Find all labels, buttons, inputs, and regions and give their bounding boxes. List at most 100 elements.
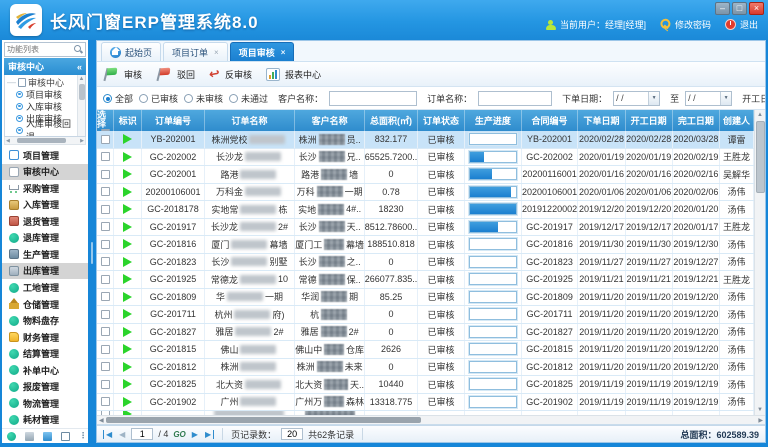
sidebar-item-入库管理[interactable]: 入库管理 (2, 197, 88, 214)
go-button[interactable]: GO (173, 430, 185, 439)
sidebar-item-采购管理[interactable]: 采购管理 (2, 180, 88, 197)
row-checkbox[interactable] (101, 275, 110, 284)
tab-项目审核[interactable]: 项目审核× (230, 42, 295, 61)
row-checkbox[interactable] (101, 205, 110, 214)
change-password-button[interactable]: 修改密码 (660, 18, 711, 31)
order-date-end-picker[interactable]: / /▼ (685, 91, 732, 106)
table-row[interactable]: GC-201827雅居2#雅居2#0已审核GC-2018272019/11/20… (97, 324, 754, 342)
table-row[interactable]: GC-201902广州广州万森林13318.775已审核GC-201902201… (97, 394, 754, 412)
function-search[interactable] (4, 42, 86, 57)
row-checkbox[interactable] (101, 397, 110, 406)
table-row[interactable]: GC-201812株洲株洲未来0已审核GC-2018122019/11/2020… (97, 359, 754, 377)
sidebar-item-退库管理[interactable]: 退库管理 (2, 230, 88, 247)
table-row[interactable]: GC-201825北大资北大资天..10440已审核GC-2018252019/… (97, 376, 754, 394)
tree-root[interactable]: — 审核中心 (7, 76, 77, 88)
first-page-button[interactable]: ◀ (103, 430, 113, 439)
column-header-订单状态[interactable]: 订单状态 (418, 110, 465, 131)
tree-horizontal-scrollbar[interactable]: ◀ ▶ (4, 137, 86, 145)
table-row[interactable]: GC-201815佛山佛山中仓库2626已审核GC-2018152019/11/… (97, 341, 754, 359)
grid-vertical-scrollbar[interactable]: ▲ ▼ (754, 110, 765, 415)
sidebar-item-耗材管理[interactable]: 耗材管理 (2, 412, 88, 429)
column-header-下单日期[interactable]: 下单日期 (578, 110, 625, 131)
sidebar-item-工地管理[interactable]: 工地管理 (2, 279, 88, 296)
tab-起始页[interactable]: 起始页 (101, 42, 161, 61)
row-checkbox[interactable] (101, 152, 110, 161)
last-page-button[interactable]: ▶ (204, 430, 214, 439)
row-checkbox[interactable] (101, 170, 110, 179)
column-header-生产进度[interactable]: 生产进度 (465, 110, 522, 131)
sidebar-item-物料盘存[interactable]: 物料盘存 (2, 312, 88, 329)
function-search-input[interactable] (5, 45, 74, 54)
tree-vertical-scrollbar[interactable]: ▲ (77, 75, 85, 136)
sidebar-item-退货管理[interactable]: 退货管理 (2, 213, 88, 230)
scroll-right-icon[interactable]: ▶ (756, 417, 765, 424)
quick-flag-icon[interactable] (43, 432, 52, 441)
radio-未通过[interactable]: 未通过 (229, 92, 268, 105)
反审核-button[interactable]: ↩反审核 (209, 68, 252, 81)
close-button[interactable]: × (749, 2, 764, 15)
tree-item-4[interactable]: 入库审核回退 (7, 124, 77, 136)
table-row[interactable]: GC-202001路港路港墙0已审核202001160012020/01/162… (97, 166, 754, 184)
logout-button[interactable]: 退出 (725, 18, 758, 31)
报表中心-button[interactable]: 报表中心 (266, 68, 321, 81)
sidebar-item-报废管理[interactable]: 报废管理 (2, 378, 88, 395)
sidebar-item-补单中心[interactable]: 补单中心 (2, 362, 88, 379)
table-row[interactable]: GC-201917长沙龙2#长沙天..8512.78600..已审核GC-201… (97, 219, 754, 237)
row-checkbox[interactable] (101, 135, 110, 144)
row-checkbox[interactable] (101, 257, 110, 266)
customer-name-input[interactable] (329, 91, 417, 106)
tree-item-1[interactable]: 项目审核 (7, 88, 77, 100)
tab-close-icon[interactable]: × (281, 48, 286, 57)
tab-项目订单[interactable]: 项目订单× (163, 42, 228, 61)
row-checkbox[interactable] (101, 292, 110, 301)
row-checkbox[interactable] (101, 222, 110, 231)
quick-person-icon[interactable] (61, 432, 70, 441)
tab-close-icon[interactable]: × (214, 48, 219, 57)
驳回-button[interactable]: 驳回 (156, 67, 195, 82)
sidebar-item-财务管理[interactable]: 财务管理 (2, 329, 88, 346)
panel-splitter[interactable] (88, 40, 96, 443)
column-header-标识[interactable]: 标识 (114, 110, 142, 131)
prev-page-button[interactable]: ◀ (118, 430, 126, 439)
column-header-完工日期[interactable]: 完工日期 (673, 110, 720, 131)
sidebar-item-生产管理[interactable]: 生产管理 (2, 246, 88, 263)
tree-item-2[interactable]: 入库审核 (7, 100, 77, 112)
table-row[interactable]: GC-201816厦门幕墙厦门工幕墙188510.818已审核GC-201816… (97, 236, 754, 254)
column-header-总面积(㎡)[interactable]: 总面积(㎡) (365, 110, 418, 131)
column-header-订单名称[interactable]: 订单名称 (205, 110, 296, 131)
column-header-客户名称[interactable]: 客户名称 (295, 110, 365, 131)
quick-dot-icon[interactable] (7, 432, 16, 441)
page-number-input[interactable] (131, 428, 153, 440)
column-header-创建人[interactable]: 创建人 (720, 110, 754, 131)
grid-horizontal-scrollbar[interactable]: ◀ ▶ (97, 415, 765, 424)
collapse-icon[interactable]: « (77, 62, 82, 72)
radio-未审核[interactable]: 未审核 (184, 92, 223, 105)
scroll-down-icon[interactable]: ▼ (757, 405, 763, 415)
sidebar-item-出库管理[interactable]: 出库管理 (2, 263, 88, 280)
table-row[interactable]: GC-202002长沙龙长沙兄..65525.7200..已审核GC-20200… (97, 149, 754, 167)
row-checkbox[interactable] (101, 310, 110, 319)
scroll-left-icon[interactable]: ◀ (5, 138, 11, 144)
minimize-button[interactable]: – (715, 2, 730, 15)
maximize-button[interactable]: □ (732, 2, 747, 15)
more-options-icon[interactable]: ⋮ (79, 432, 83, 441)
table-row[interactable]: YB-202001株洲党校株洲员..832.177已审核YB-202001202… (97, 131, 754, 149)
scroll-up-icon[interactable]: ▲ (757, 110, 763, 120)
row-checkbox[interactable] (101, 345, 110, 354)
scroll-left-icon[interactable]: ◀ (97, 417, 106, 424)
row-checkbox[interactable] (101, 240, 110, 249)
row-checkbox[interactable] (101, 187, 110, 196)
order-date-picker[interactable]: / /▼ (613, 91, 660, 106)
page-size-input[interactable] (281, 428, 303, 440)
column-header-订单编号[interactable]: 订单编号 (142, 110, 204, 131)
审核-button[interactable]: 审核 (103, 67, 142, 82)
sidebar-item-审核中心[interactable]: 审核中心 (2, 164, 88, 181)
table-row[interactable]: GC-201925常德龙10常德保..266077.835..已审核GC-201… (97, 271, 754, 289)
table-row[interactable]: GC-201823长沙别墅长沙之..0已审核GC-2018232019/11/2… (97, 254, 754, 272)
scroll-right-icon[interactable]: ▶ (79, 138, 85, 144)
calendar-dropdown-icon[interactable]: ▼ (648, 92, 659, 105)
sidebar-item-结算管理[interactable]: 结算管理 (2, 345, 88, 362)
column-header-合同编号[interactable]: 合同编号 (522, 110, 579, 131)
table-row[interactable]: GC-2018178实地常栋实地4#..18230已审核201912200022… (97, 201, 754, 219)
sidebar-item-项目管理[interactable]: 项目管理 (2, 147, 88, 164)
